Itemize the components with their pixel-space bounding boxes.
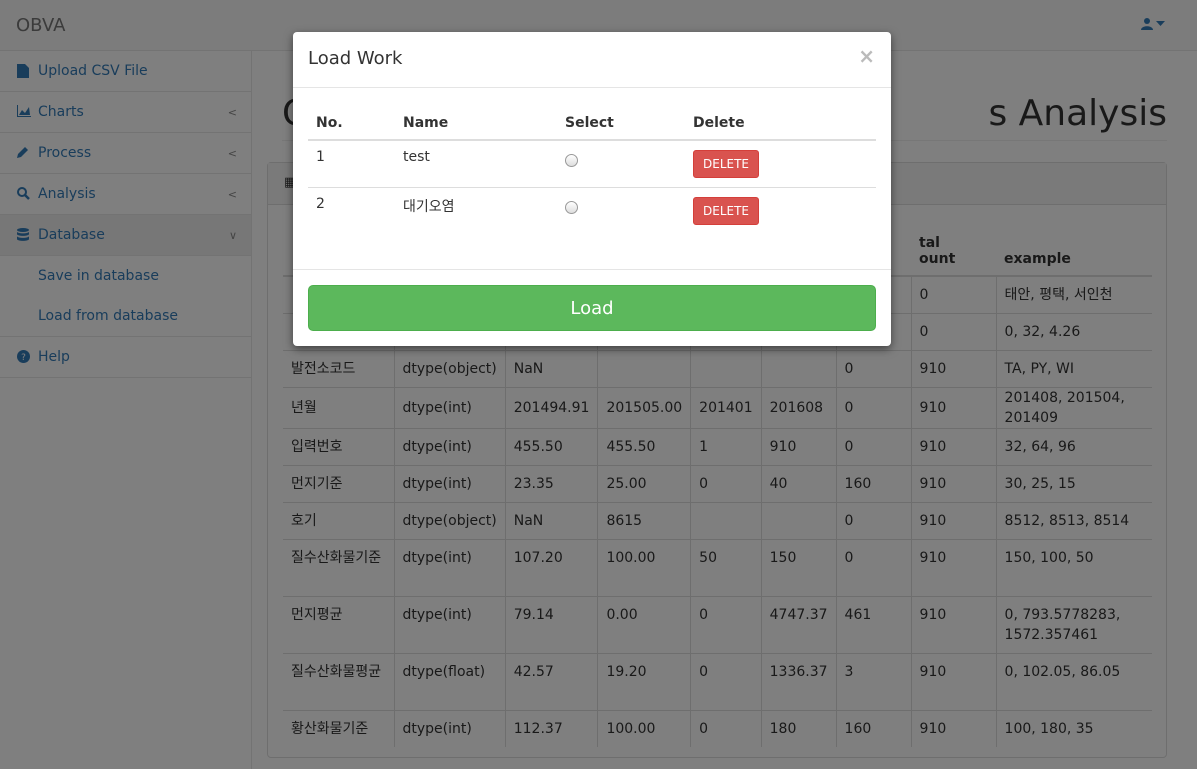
header-delete: Delete bbox=[685, 104, 876, 141]
select-radio[interactable] bbox=[565, 154, 578, 167]
select-cell bbox=[557, 186, 685, 234]
header-select: Select bbox=[557, 104, 685, 141]
delete-cell: DELETE bbox=[685, 186, 876, 234]
delete-cell: DELETE bbox=[685, 140, 876, 187]
table-row: 2 대기오염 DELETE bbox=[308, 186, 876, 234]
load-work-modal: Load Work × No. Name Select Delete 1 tes… bbox=[293, 32, 891, 346]
work-no: 2 bbox=[308, 186, 395, 234]
header-no: No. bbox=[308, 104, 395, 141]
header-name: Name bbox=[395, 104, 557, 141]
modal-footer: Load bbox=[293, 269, 891, 346]
close-icon[interactable]: × bbox=[858, 44, 875, 68]
load-button[interactable]: Load bbox=[308, 285, 876, 331]
table-row: 1 test DELETE bbox=[308, 140, 876, 187]
select-radio[interactable] bbox=[565, 200, 578, 214]
modal-header: Load Work × bbox=[293, 32, 891, 88]
delete-button[interactable]: DELETE bbox=[693, 196, 760, 225]
modal-title: Load Work bbox=[308, 48, 403, 69]
select-cell bbox=[557, 140, 685, 187]
work-no: 1 bbox=[316, 149, 325, 165]
work-list-table: No. Name Select Delete 1 test DELETE 2 대… bbox=[308, 104, 876, 234]
work-name: 대기오염 bbox=[395, 186, 557, 234]
delete-button[interactable]: DELETE bbox=[693, 150, 760, 178]
work-name: test bbox=[403, 149, 430, 165]
